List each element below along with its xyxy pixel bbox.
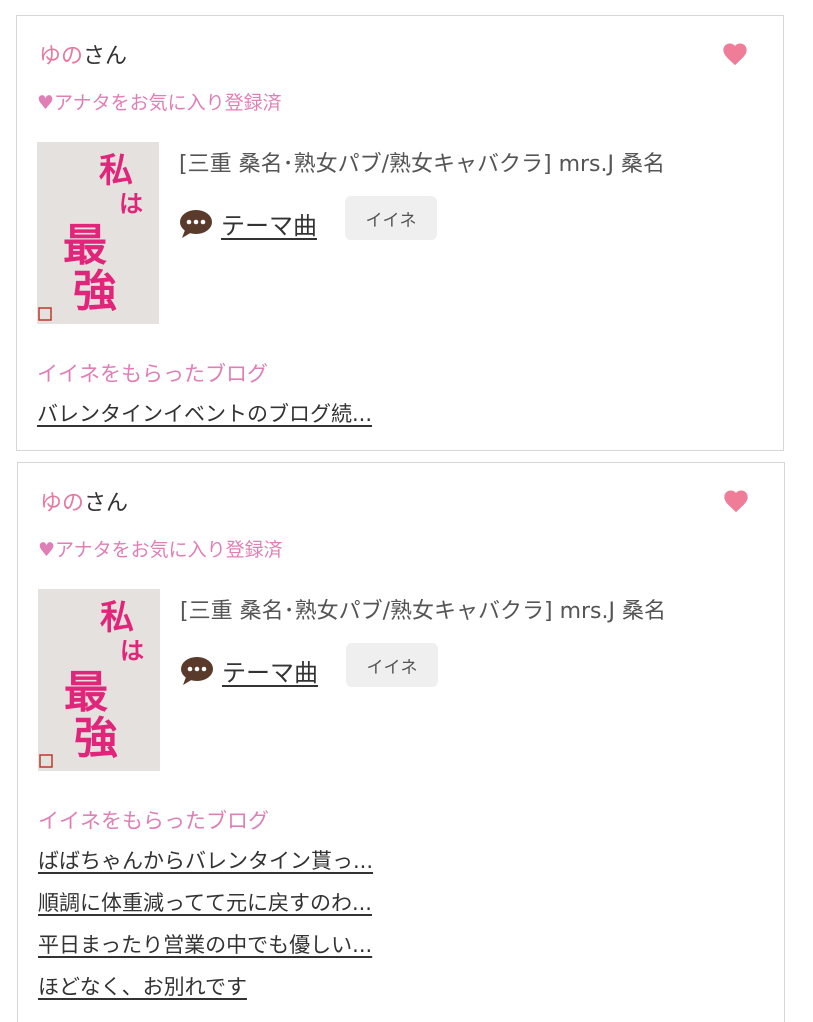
blog-link[interactable]: バレンタインイベントのブログ続... <box>37 398 372 428</box>
profile-thumbnail[interactable]: 私 は 最 強 <box>38 589 160 771</box>
user-name[interactable]: ゆの <box>39 44 83 69</box>
blog-list: ばばちゃんからバレンタイン貰っ... 順調に体重減ってて元に戻すのわ... 平日… <box>38 845 373 1013</box>
speech-bubble-icon <box>181 656 213 685</box>
theme-song-link[interactable]: テーマ曲 <box>221 206 317 241</box>
shop-name: [三重 桑名･熟女パブ/熟女キャバクラ] mrs.J 桑名 <box>179 152 665 177</box>
blog-list: バレンタインイベントのブログ続... <box>37 398 372 440</box>
blog-link[interactable]: 順調に体重減ってて元に戻すのわ... <box>38 887 373 917</box>
heart-icon[interactable] <box>721 40 749 68</box>
like-card: ゆのさん ♥アナタをお気に入り登録済 私 は 最 強 [三重 桑名･熟女パブ/熟… <box>17 462 785 1022</box>
thumb-char-1: 私 <box>100 598 134 638</box>
user-name-row[interactable]: ゆのさん <box>40 485 128 517</box>
shop-name: [三重 桑名･熟女パブ/熟女キャバクラ] mrs.J 桑名 <box>180 599 666 624</box>
speech-bubble-icon <box>180 209 212 238</box>
thumb-char-1: 私 <box>99 151 133 191</box>
thumb-char-4: 強 <box>74 713 118 764</box>
user-name[interactable]: ゆの <box>40 491 84 516</box>
blog-link[interactable]: ばばちゃんからバレンタイン貰っ... <box>38 845 373 875</box>
thumb-char-3: 最 <box>64 667 108 718</box>
profile-thumbnail[interactable]: 私 は 最 強 <box>37 142 159 324</box>
theme-song-row[interactable]: テーマ曲 <box>179 206 317 241</box>
thumb-char-4: 強 <box>73 266 117 317</box>
heart-icon[interactable] <box>722 487 750 515</box>
received-likes-header: イイネをもらったブログ <box>38 809 269 833</box>
iine-button[interactable]: イイネ <box>346 643 438 687</box>
thumb-char-2: は <box>119 189 143 218</box>
iine-button[interactable]: イイネ <box>345 196 437 240</box>
thumb-char-2: は <box>120 636 144 665</box>
blog-link[interactable]: ほどなく、お別れです <box>38 971 373 1001</box>
honorific: さん <box>83 44 128 69</box>
favorited-status: ♥アナタをお気に入り登録済 <box>37 92 282 114</box>
theme-song-link[interactable]: テーマ曲 <box>222 653 318 688</box>
user-name-row[interactable]: ゆのさん <box>39 38 127 70</box>
received-likes-header: イイネをもらったブログ <box>37 362 268 386</box>
favorited-status: ♥アナタをお気に入り登録済 <box>38 539 283 561</box>
like-card: ゆのさん ♥アナタをお気に入り登録済 私 は 最 強 [三重 桑名･熟女パブ/熟… <box>16 15 784 451</box>
blog-link[interactable]: 平日まったり営業の中でも優しい... <box>38 929 373 959</box>
theme-song-row[interactable]: テーマ曲 <box>180 653 318 688</box>
honorific: さん <box>84 491 129 516</box>
thumb-char-3: 最 <box>63 220 107 271</box>
